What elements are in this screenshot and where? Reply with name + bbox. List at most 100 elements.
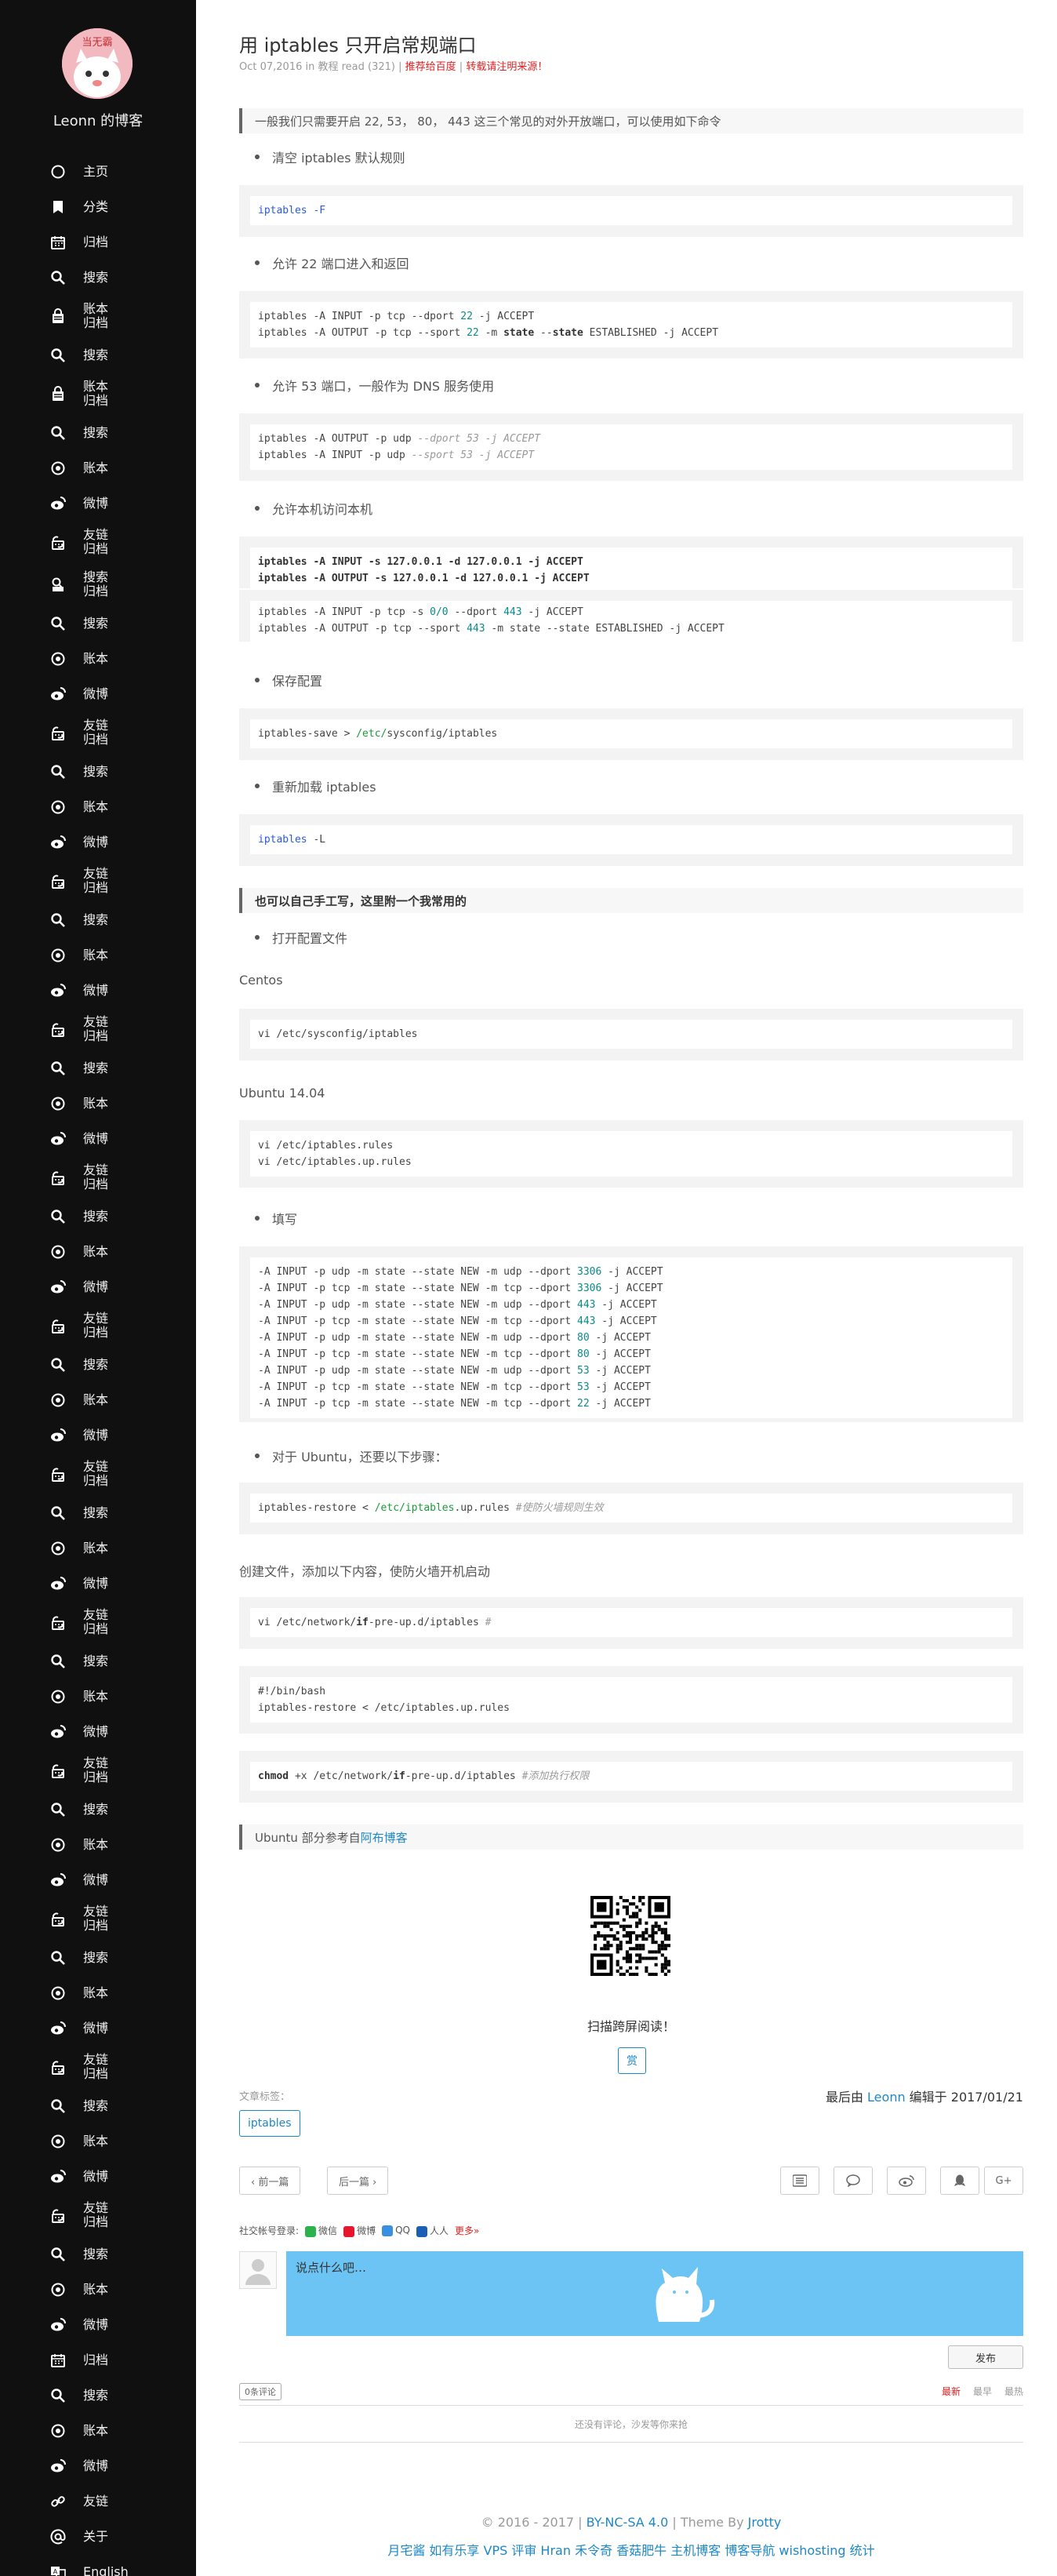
code-content[interactable]: vi /etc/sysconfig/iptables — [250, 1020, 1012, 1049]
sidebar-item[interactable]: 友链 归档 — [0, 1156, 196, 1199]
login-more[interactable]: 更多» — [455, 2224, 479, 2237]
sort-newest[interactable]: 最新 — [942, 2385, 961, 2398]
login-weibo[interactable]: 微博 — [343, 2224, 376, 2237]
sidebar-item[interactable]: 分类 — [0, 189, 196, 224]
sidebar-item[interactable]: 搜索 — [0, 754, 196, 789]
site-name[interactable]: Leonn 的博客 — [0, 110, 196, 130]
share-gplus-button[interactable]: G+ — [984, 2167, 1023, 2195]
sidebar-item[interactable]: 友链 归档 — [0, 2046, 196, 2088]
sidebar-item[interactable]: 搜索 — [0, 337, 196, 373]
sidebar-item[interactable]: 归档 — [0, 2342, 196, 2378]
sidebar-item[interactable]: 主页 — [0, 154, 196, 189]
code-content[interactable]: iptables -F — [250, 196, 1012, 225]
publish-button[interactable]: 发布 — [948, 2345, 1023, 2369]
sidebar-item[interactable]: 微博 — [0, 1566, 196, 1601]
sidebar-item[interactable]: 微博 — [0, 1714, 196, 1749]
reference-link[interactable]: 阿布博客 — [361, 1829, 408, 1846]
sidebar-item[interactable]: 账本 — [0, 1827, 196, 1862]
code-content[interactable]: #!/bin/bash iptables-restore < /etc/ipta… — [250, 1677, 1012, 1723]
sidebar-item[interactable]: 友链 归档 — [0, 1749, 196, 1792]
theme-link[interactable]: Jrotty — [748, 2515, 782, 2530]
code-content[interactable]: vi /etc/iptables.rules vi /etc/iptables.… — [250, 1131, 1012, 1177]
login-renren[interactable]: 人人 — [416, 2224, 449, 2237]
comment-input[interactable]: 说点什么吧… — [286, 2251, 1023, 2336]
sidebar-item[interactable]: 友链 归档 — [0, 1897, 196, 1940]
sidebar-item[interactable]: 微博 — [0, 824, 196, 860]
sidebar-item[interactable]: 搜索 — [0, 606, 196, 641]
login-qq[interactable]: QQ — [382, 2225, 410, 2236]
sidebar-item[interactable]: 微博 — [0, 2159, 196, 2194]
recommend-baidu-link[interactable]: 推荐给百度 — [405, 61, 456, 73]
sidebar-item[interactable]: 搜索 — [0, 1495, 196, 1530]
sidebar-item[interactable]: 账本 归档 — [0, 373, 196, 415]
sidebar-item[interactable]: 搜索 — [0, 1643, 196, 1679]
code-content[interactable]: iptables-save > /etc/sysconfig/iptables — [250, 719, 1012, 748]
sidebar-item[interactable]: 搜索 — [0, 2378, 196, 2413]
code-content[interactable]: iptables-restore < /etc/iptables.up.rule… — [250, 1494, 1012, 1523]
code-content[interactable]: iptables -A INPUT -s 127.0.0.1 -d 127.0.… — [250, 548, 1012, 593]
sidebar-item[interactable]: 账本 — [0, 1679, 196, 1714]
sidebar-item[interactable]: 微博 — [0, 2448, 196, 2483]
sidebar-item[interactable]: 账本 — [0, 937, 196, 973]
sidebar-item[interactable]: 账本 归档 — [0, 295, 196, 337]
sidebar-item[interactable]: 搜索 — [0, 1940, 196, 1975]
footer-links[interactable]: 月宅酱 如有乐享 VPS 评审 Hran 禾令奇 香菇肥牛 主机博客 博客导航 … — [239, 2540, 1023, 2559]
code-content[interactable]: -A INPUT -p udp -m state --state NEW -m … — [250, 1257, 1012, 1418]
sidebar-item[interactable]: 微博 — [0, 1862, 196, 1897]
code-content[interactable]: iptables -A INPUT -p tcp --dport 22 -j A… — [250, 302, 1012, 347]
sidebar-item[interactable]: A English — [0, 2554, 196, 2576]
sidebar-item[interactable]: 友链 归档 — [0, 521, 196, 563]
sidebar-item[interactable]: 搜索 — [0, 260, 196, 295]
next-post-button[interactable]: 后一篇 › — [327, 2167, 389, 2195]
reward-button[interactable]: 赏 — [618, 2047, 646, 2074]
sidebar-item[interactable]: 账本 — [0, 1530, 196, 1566]
code-content[interactable]: vi /etc/network/if-pre-up.d/iptables # — [250, 1608, 1012, 1637]
sidebar-item[interactable]: 搜索 — [0, 1792, 196, 1827]
sidebar-item[interactable]: 账本 — [0, 1382, 196, 1417]
sidebar-item[interactable]: 搜索 — [0, 2236, 196, 2272]
sidebar-item[interactable]: 搜索 归档 — [0, 563, 196, 606]
tag-iptables[interactable]: iptables — [239, 2110, 300, 2137]
code-content[interactable]: chmod +x /etc/network/if-pre-up.d/iptabl… — [250, 1762, 1012, 1791]
sort-oldest[interactable]: 最早 — [973, 2385, 992, 2398]
sidebar-item[interactable]: 微博 — [0, 2010, 196, 2046]
sidebar-item[interactable]: 账本 — [0, 1234, 196, 1269]
sidebar-item[interactable]: 搜索 — [0, 1199, 196, 1234]
sidebar-item[interactable]: 友链 归档 — [0, 1304, 196, 1347]
post-title[interactable]: 用 iptables 只开启常规端口 — [239, 30, 476, 57]
sidebar-item[interactable]: 搜索 — [0, 415, 196, 450]
prev-post-button[interactable]: ‹ 前一篇 — [239, 2167, 301, 2195]
sidebar-item[interactable]: 友链 归档 — [0, 1008, 196, 1050]
sidebar-item[interactable]: 微博 — [0, 1269, 196, 1304]
sidebar-item[interactable]: 账本 — [0, 1975, 196, 2010]
toc-button[interactable] — [780, 2167, 819, 2195]
sidebar-item[interactable]: 账本 — [0, 450, 196, 486]
sidebar-item[interactable]: 账本 — [0, 1086, 196, 1121]
comment-jump-button[interactable] — [834, 2167, 873, 2195]
sidebar-item[interactable]: 友链 归档 — [0, 2194, 196, 2236]
sidebar-item[interactable]: 微博 — [0, 486, 196, 521]
sidebar-item[interactable]: 搜索 — [0, 1050, 196, 1086]
share-qq-button[interactable] — [940, 2167, 979, 2195]
sidebar-item[interactable]: 友链 归档 — [0, 1453, 196, 1495]
sidebar-item[interactable]: 微博 — [0, 2307, 196, 2342]
author-link[interactable]: Leonn — [867, 2090, 906, 2105]
sidebar-item[interactable]: 搜索 — [0, 1347, 196, 1382]
code-content[interactable]: iptables -L — [250, 825, 1012, 854]
sidebar-item[interactable]: 友链 归档 — [0, 711, 196, 754]
license-link[interactable]: BY-NC-SA 4.0 — [587, 2515, 669, 2530]
share-weibo-button[interactable] — [887, 2167, 926, 2195]
sidebar-item[interactable]: 搜索 — [0, 902, 196, 937]
sidebar-item[interactable]: 账本 — [0, 2413, 196, 2448]
avatar[interactable]: 当无霸 — [62, 28, 133, 99]
sort-hottest[interactable]: 最热 — [1004, 2385, 1023, 2398]
code-content[interactable]: iptables -A INPUT -p tcp -s 0/0 --dport … — [250, 601, 1012, 643]
sidebar-item[interactable]: 微博 — [0, 1121, 196, 1156]
code-content[interactable]: iptables -A OUTPUT -p udp --dport 53 -j … — [250, 424, 1012, 470]
sidebar-item[interactable]: 账本 — [0, 789, 196, 824]
sidebar-item[interactable]: 账本 — [0, 2272, 196, 2307]
sidebar-item[interactable]: 微博 — [0, 676, 196, 711]
sidebar-item[interactable]: 账本 — [0, 2123, 196, 2159]
sidebar-item[interactable]: 微博 — [0, 1417, 196, 1453]
sidebar-item[interactable]: 归档 — [0, 224, 196, 260]
